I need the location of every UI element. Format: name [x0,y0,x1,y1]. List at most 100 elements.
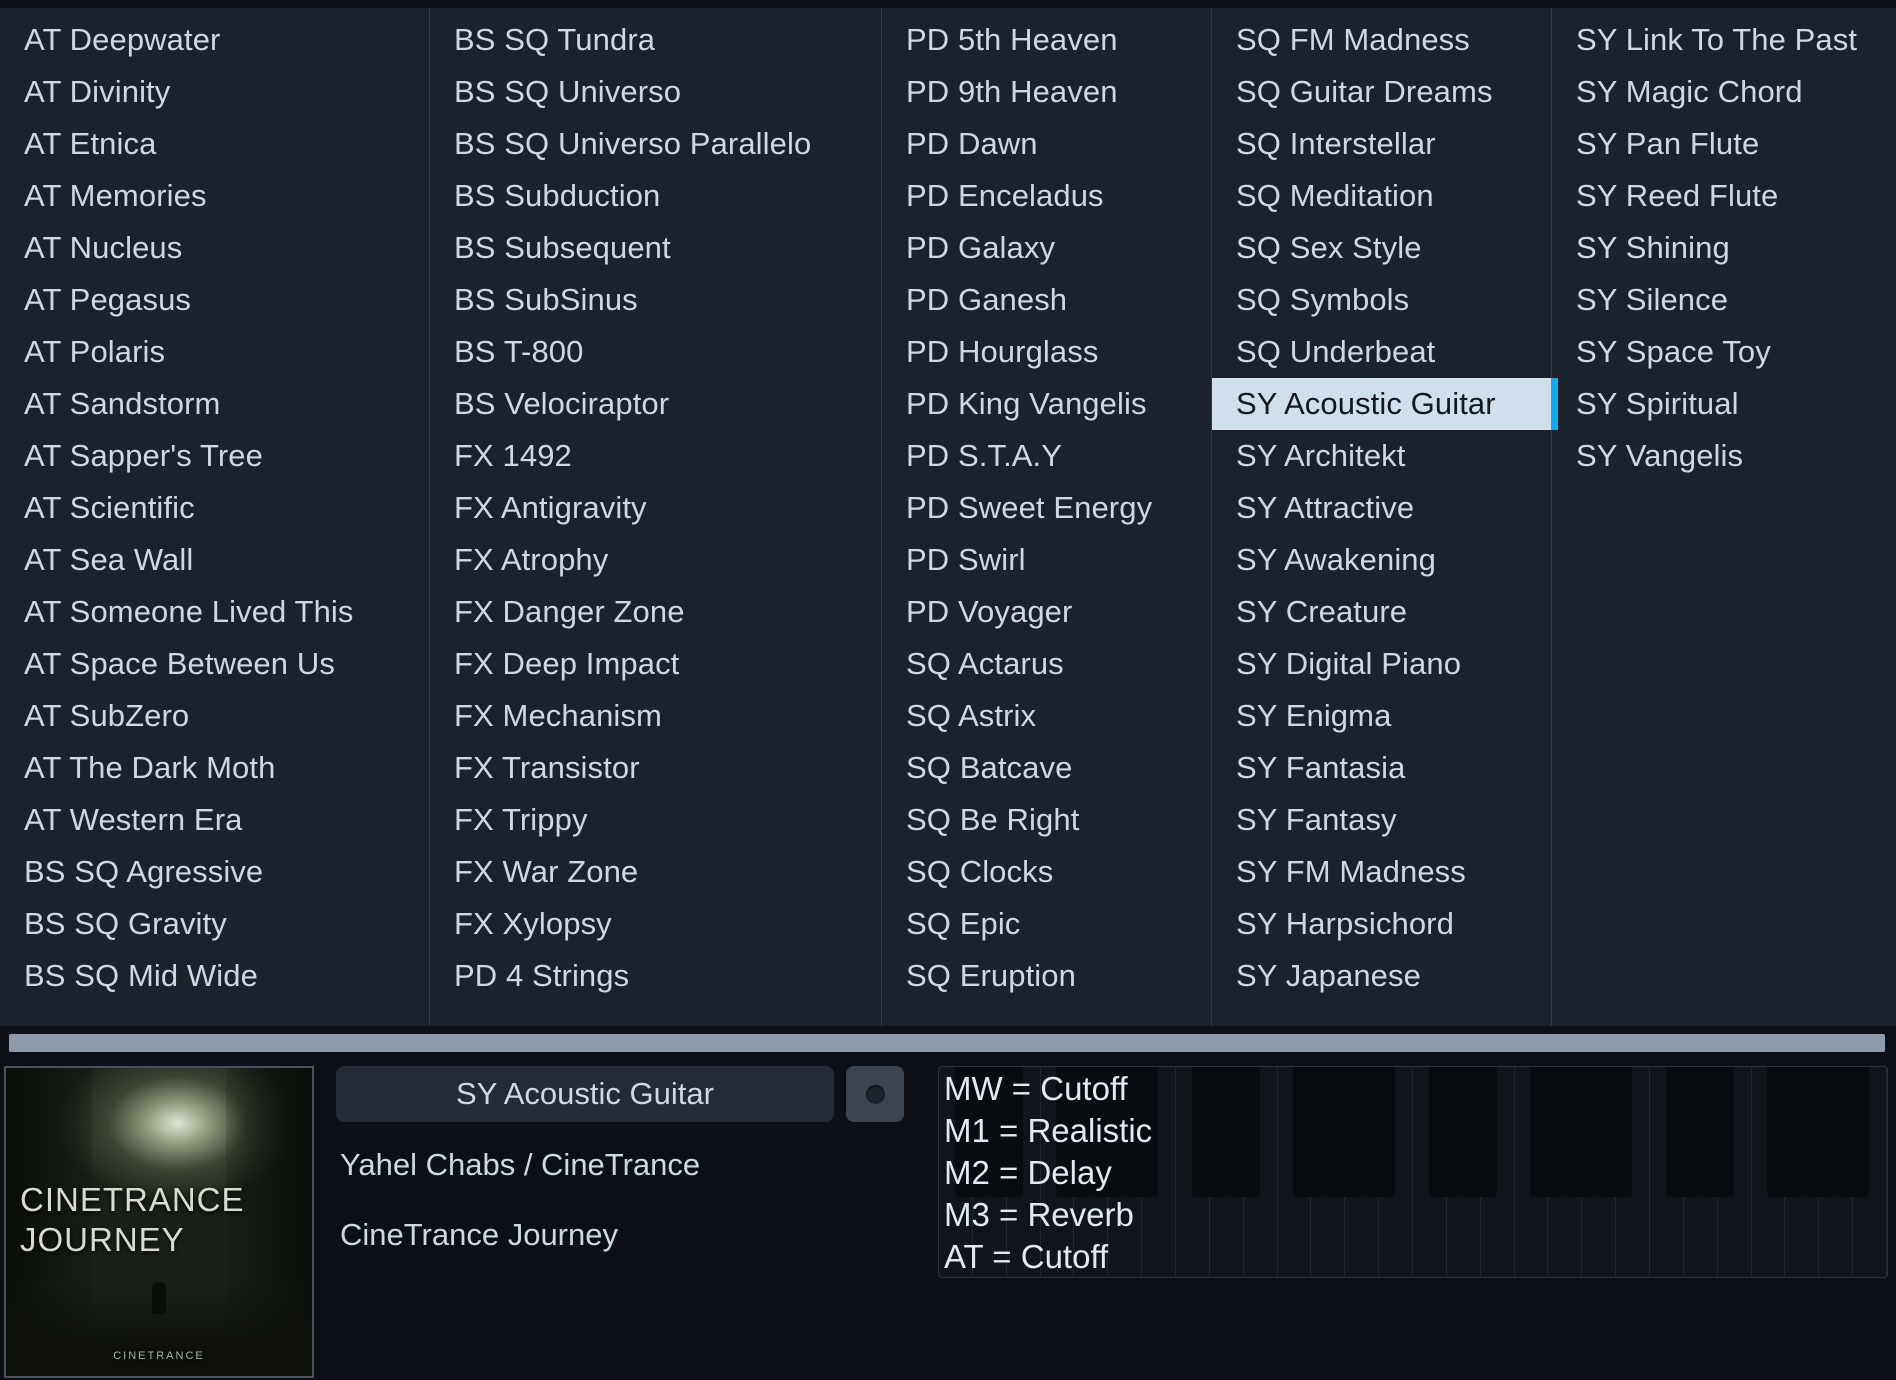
preset-item[interactable]: SQ Guitar Dreams [1212,66,1551,118]
piano-black-key[interactable] [1225,1067,1260,1198]
preset-item[interactable]: PD 9th Heaven [882,66,1211,118]
preset-item[interactable]: BS SQ Gravity [0,898,429,950]
piano-black-key[interactable] [1293,1067,1328,1198]
preset-item[interactable]: SY FM Madness [1212,846,1551,898]
preset-item[interactable]: BS Velociraptor [430,378,881,430]
preset-item[interactable]: FX Transistor [430,742,881,794]
preset-item[interactable]: BS Subduction [430,170,881,222]
preset-item[interactable]: SQ Eruption [882,950,1211,1002]
preset-item[interactable]: SQ Batcave [882,742,1211,794]
preset-item[interactable]: PD S.T.A.Y [882,430,1211,482]
preset-item[interactable]: PD 5th Heaven [882,14,1211,66]
preset-item[interactable]: PD King Vangelis [882,378,1211,430]
preset-item[interactable]: BS SQ Mid Wide [0,950,429,1002]
preset-item[interactable]: SQ Meditation [1212,170,1551,222]
preset-item[interactable]: AT SubZero [0,690,429,742]
preset-item[interactable]: AT Space Between Us [0,638,429,690]
piano-black-key[interactable] [1428,1067,1463,1198]
preset-column-2[interactable]: BS SQ Tundra BS SQ Universo BS SQ Universo… [430,8,882,1026]
preset-item[interactable]: SQ Symbols [1212,274,1551,326]
preset-item[interactable]: SQ FM Madness [1212,14,1551,66]
preset-item[interactable]: AT Etnica [0,118,429,170]
preset-item[interactable]: BS SQ Tundra [430,14,881,66]
scrollbar-thumb[interactable] [8,1033,1886,1053]
preset-item[interactable]: SY Acoustic Guitar [1212,378,1558,430]
preset-item[interactable]: AT Nucleus [0,222,429,274]
preset-item[interactable]: FX War Zone [430,846,881,898]
preset-item[interactable]: SY Fantasy [1212,794,1551,846]
preset-item[interactable]: SY Silence [1552,274,1896,326]
preset-item[interactable]: AT Scientific [0,482,429,534]
preset-item[interactable]: SY Vangelis [1552,430,1896,482]
preset-item[interactable]: SY Digital Piano [1212,638,1551,690]
preset-item[interactable]: AT Memories [0,170,429,222]
piano-black-key[interactable] [1530,1067,1565,1198]
preset-item[interactable]: AT Polaris [0,326,429,378]
preset-item[interactable]: PD Swirl [882,534,1211,586]
piano-white-key[interactable] [1650,1067,1700,1277]
preset-item[interactable]: SQ Underbeat [1212,326,1551,378]
piano-black-key[interactable] [1462,1067,1497,1198]
preset-item[interactable]: BS SQ Universo Parallelo [430,118,881,170]
preset-item[interactable]: BS SQ Agressive [0,846,429,898]
preset-item[interactable]: SY Enigma [1212,690,1551,742]
piano-white-key[interactable] [1413,1067,1463,1277]
preset-item[interactable]: AT Western Era [0,794,429,846]
piano-black-key[interactable] [1598,1067,1633,1198]
preset-item[interactable]: FX Danger Zone [430,586,881,638]
piano-white-key[interactable] [1176,1067,1226,1277]
preset-item[interactable]: FX Xylopsy [430,898,881,950]
preset-item[interactable]: FX Deep Impact [430,638,881,690]
piano-black-key[interactable] [1327,1067,1362,1198]
preset-name-field[interactable]: SY Acoustic Guitar [336,1066,834,1122]
preset-item[interactable]: SY Magic Chord [1552,66,1896,118]
preset-item[interactable]: FX Antigravity [430,482,881,534]
preset-item[interactable]: BS SubSinus [430,274,881,326]
preset-item[interactable]: FX Mechanism [430,690,881,742]
preset-item[interactable]: SQ Clocks [882,846,1211,898]
preset-item[interactable]: BS SQ Universo [430,66,881,118]
preset-item[interactable]: PD Galaxy [882,222,1211,274]
preset-item[interactable]: SY Link To The Past [1552,14,1896,66]
horizontal-scrollbar[interactable] [0,1030,1896,1056]
preset-item[interactable]: SY Architekt [1212,430,1551,482]
preset-item[interactable]: AT Sandstorm [0,378,429,430]
preset-item[interactable]: PD 4 Strings [430,950,881,1002]
piano-white-key[interactable] [1277,1067,1328,1277]
preset-item[interactable]: AT Sapper's Tree [0,430,429,482]
preset-item[interactable]: SQ Epic [882,898,1211,950]
piano-black-key[interactable] [1767,1067,1802,1198]
preset-item[interactable]: FX Atrophy [430,534,881,586]
piano-black-key[interactable] [1191,1067,1226,1198]
favorite-button[interactable] [846,1066,904,1122]
preset-item[interactable]: PD Voyager [882,586,1211,638]
preset-item[interactable]: SY Space Toy [1552,326,1896,378]
piano-black-key[interactable] [1665,1067,1700,1198]
piano-black-key[interactable] [1801,1067,1836,1198]
preset-item[interactable]: SY Fantasia [1212,742,1551,794]
piano-black-key[interactable] [1361,1067,1396,1198]
preset-item[interactable]: SQ Be Right [882,794,1211,846]
preset-item[interactable]: AT Divinity [0,66,429,118]
preset-item[interactable]: SY Creature [1212,586,1551,638]
preset-item[interactable]: SY Awakening [1212,534,1551,586]
preset-item[interactable]: SY Reed Flute [1552,170,1896,222]
preset-item[interactable]: AT The Dark Moth [0,742,429,794]
preset-item[interactable]: FX Trippy [430,794,881,846]
preset-item[interactable]: PD Sweet Energy [882,482,1211,534]
preset-item[interactable]: SY Attractive [1212,482,1551,534]
preset-item[interactable]: SY Spiritual [1552,378,1896,430]
preset-column-4[interactable]: SQ FM Madness SQ Guitar Dreams SQ Interste… [1212,8,1558,1026]
piano-white-key[interactable] [1514,1067,1565,1277]
preset-item[interactable]: AT Pegasus [0,274,429,326]
preset-item[interactable]: SY Shining [1552,222,1896,274]
preset-column-1[interactable]: AT Deepwater AT Divinity AT Etnica AT Memor… [0,8,430,1026]
preset-item[interactable]: SY Harpsichord [1212,898,1551,950]
piano-black-key[interactable] [1699,1067,1734,1198]
preset-item[interactable]: PD Enceladus [882,170,1211,222]
preset-item[interactable]: SQ Sex Style [1212,222,1551,274]
preset-list[interactable]: AT Deepwater AT Divinity AT Etnica AT Memor… [0,8,1896,1026]
preset-column-3[interactable]: PD 5th Heaven PD 9th Heaven PD Dawn PD Ence… [882,8,1212,1026]
piano-black-key[interactable] [1835,1067,1870,1198]
preset-item[interactable]: AT Deepwater [0,14,429,66]
